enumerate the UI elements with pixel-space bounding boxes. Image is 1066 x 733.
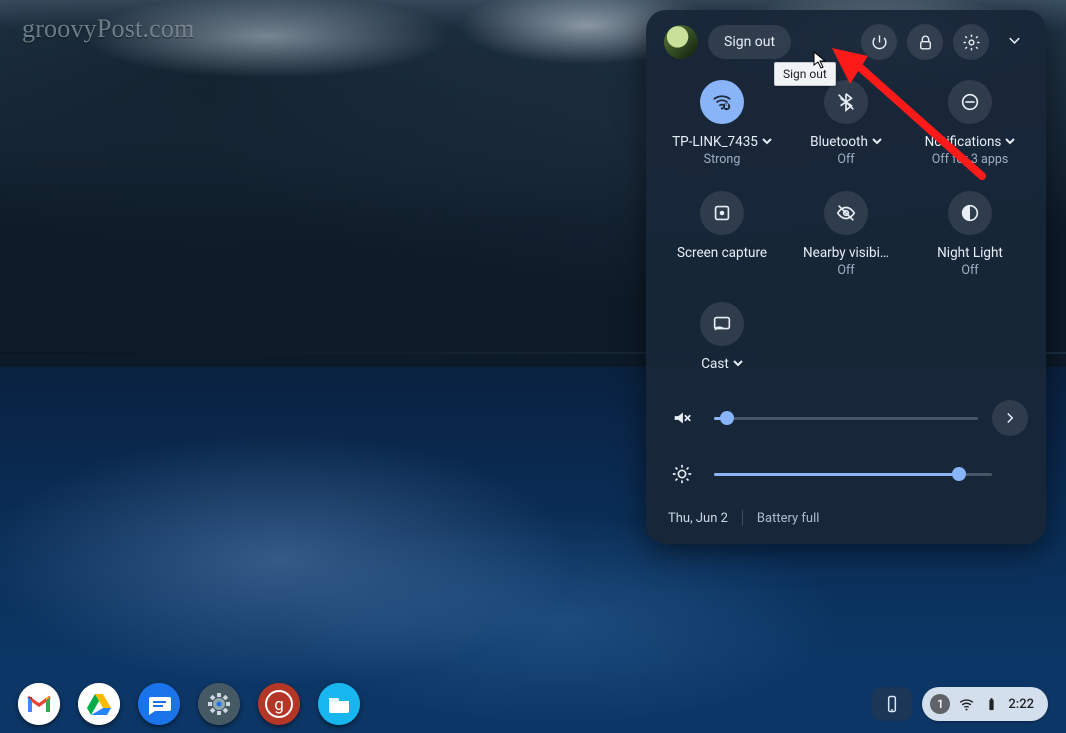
- gear-icon: [962, 33, 981, 52]
- sliders-section: [646, 372, 1046, 496]
- gmail-icon: [18, 683, 60, 725]
- tile-nearby-sub: Off: [837, 263, 854, 278]
- app-files[interactable]: [318, 683, 360, 725]
- caret-down-icon: [872, 136, 882, 146]
- app-gmail[interactable]: [18, 683, 60, 725]
- tile-cast-button[interactable]: [700, 302, 744, 346]
- tile-bluetooth-toggle[interactable]: [824, 80, 868, 124]
- cast-icon: [711, 313, 733, 335]
- svg-text:g: g: [274, 695, 284, 715]
- shelf-tray: 1 2:22: [872, 687, 1048, 721]
- lock-icon: [916, 33, 935, 52]
- chevron-right-icon: [1001, 409, 1019, 427]
- screen-capture-icon: [711, 202, 733, 224]
- settings-button[interactable]: [953, 24, 989, 60]
- tile-notifications-sub: Off for 3 apps: [932, 152, 1009, 167]
- tile-cast-label[interactable]: Cast: [701, 356, 729, 372]
- app-groovypost[interactable]: g: [258, 683, 300, 725]
- app-drive[interactable]: [78, 683, 120, 725]
- chevron-down-icon: [1005, 31, 1024, 50]
- brightness-icon: [671, 463, 693, 485]
- phone-hub-icon: [882, 694, 902, 714]
- tile-cast: Cast: [664, 302, 780, 372]
- tile-wifi-toggle[interactable]: [700, 80, 744, 124]
- tile-wifi-label[interactable]: TP-LINK_7435: [672, 134, 758, 150]
- tile-night-light-label[interactable]: Night Light: [937, 245, 1003, 261]
- power-icon: [870, 33, 889, 52]
- tile-notifications-menu[interactable]: [1005, 134, 1015, 150]
- tile-nearby: Nearby visibi… Off: [788, 191, 904, 278]
- clock: 2:22: [1008, 697, 1034, 712]
- tile-night-light: Night Light Off: [912, 191, 1028, 278]
- footer-separator: [742, 510, 743, 526]
- quick-tiles-grid: TP-LINK_7435 Strong Bluetooth Off Notifi…: [646, 66, 1046, 372]
- tray-phone-hub[interactable]: [872, 687, 912, 721]
- do-not-disturb-icon: [959, 91, 981, 113]
- messages-icon: [138, 683, 180, 725]
- tile-night-light-toggle[interactable]: [948, 191, 992, 235]
- tile-nearby-label[interactable]: Nearby visibi…: [803, 245, 889, 261]
- status-area[interactable]: 1 2:22: [922, 687, 1048, 721]
- footer-battery[interactable]: Battery full: [757, 511, 819, 526]
- volume-mute-button[interactable]: [664, 400, 700, 436]
- tile-bluetooth: Bluetooth Off: [788, 80, 904, 167]
- brightness-slider[interactable]: [714, 465, 992, 483]
- files-icon: [318, 683, 360, 725]
- visibility-off-icon: [835, 202, 857, 224]
- wifi-status-icon: [958, 696, 975, 713]
- sign-out-tooltip: Sign out: [774, 62, 836, 86]
- groovypost-icon: g: [258, 683, 300, 725]
- tile-bluetooth-menu[interactable]: [872, 134, 882, 150]
- tile-wifi-menu[interactable]: [762, 134, 772, 150]
- tile-screen-capture: Screen capture: [664, 191, 780, 278]
- wifi-icon: [711, 91, 733, 113]
- volume-row: [664, 400, 1028, 436]
- user-avatar[interactable]: [664, 25, 698, 59]
- volume-mute-icon: [671, 407, 693, 429]
- footer-date[interactable]: Thu, Jun 2: [668, 511, 728, 526]
- tile-notifications-label[interactable]: Notifications: [925, 134, 1002, 150]
- tile-screen-capture-button[interactable]: [700, 191, 744, 235]
- notification-count: 1: [930, 694, 950, 714]
- tile-cast-menu[interactable]: [733, 356, 743, 372]
- tile-wifi: TP-LINK_7435 Strong: [664, 80, 780, 167]
- shelf-apps: g: [18, 683, 360, 725]
- app-messages[interactable]: [138, 683, 180, 725]
- audio-settings-button[interactable]: [992, 400, 1028, 436]
- caret-down-icon: [762, 136, 772, 146]
- caret-down-icon: [1005, 136, 1015, 146]
- night-light-icon: [959, 202, 981, 224]
- panel-footer: Thu, Jun 2 Battery full: [646, 496, 1046, 530]
- tile-bluetooth-label[interactable]: Bluetooth: [810, 134, 868, 150]
- brightness-icon-button[interactable]: [664, 456, 700, 492]
- power-button[interactable]: [861, 24, 897, 60]
- quick-settings-panel: Sign out Sign out TP-LINK_7435: [646, 10, 1046, 544]
- tile-screen-capture-label[interactable]: Screen capture: [677, 245, 767, 261]
- tile-notifications: Notifications Off for 3 apps: [912, 80, 1028, 167]
- brightness-row: [664, 456, 1028, 492]
- tile-bluetooth-sub: Off: [837, 152, 854, 167]
- drive-icon: [78, 683, 120, 725]
- shelf: g 1 2:22: [0, 675, 1066, 733]
- panel-header: Sign out: [646, 10, 1046, 66]
- app-settings[interactable]: [198, 683, 240, 725]
- caret-down-icon: [733, 358, 743, 368]
- battery-status-icon: [983, 696, 1000, 713]
- collapse-button[interactable]: [1005, 31, 1024, 54]
- lock-button[interactable]: [907, 24, 943, 60]
- tile-wifi-sub: Strong: [704, 152, 741, 167]
- volume-slider[interactable]: [714, 409, 978, 427]
- sign-out-button[interactable]: Sign out: [708, 25, 791, 59]
- bluetooth-off-icon: [835, 91, 857, 113]
- tile-notifications-toggle[interactable]: [948, 80, 992, 124]
- tile-night-light-sub: Off: [961, 263, 978, 278]
- gear-app-icon: [198, 683, 240, 725]
- watermark-text: groovyPost.com: [22, 14, 195, 44]
- tile-nearby-toggle[interactable]: [824, 191, 868, 235]
